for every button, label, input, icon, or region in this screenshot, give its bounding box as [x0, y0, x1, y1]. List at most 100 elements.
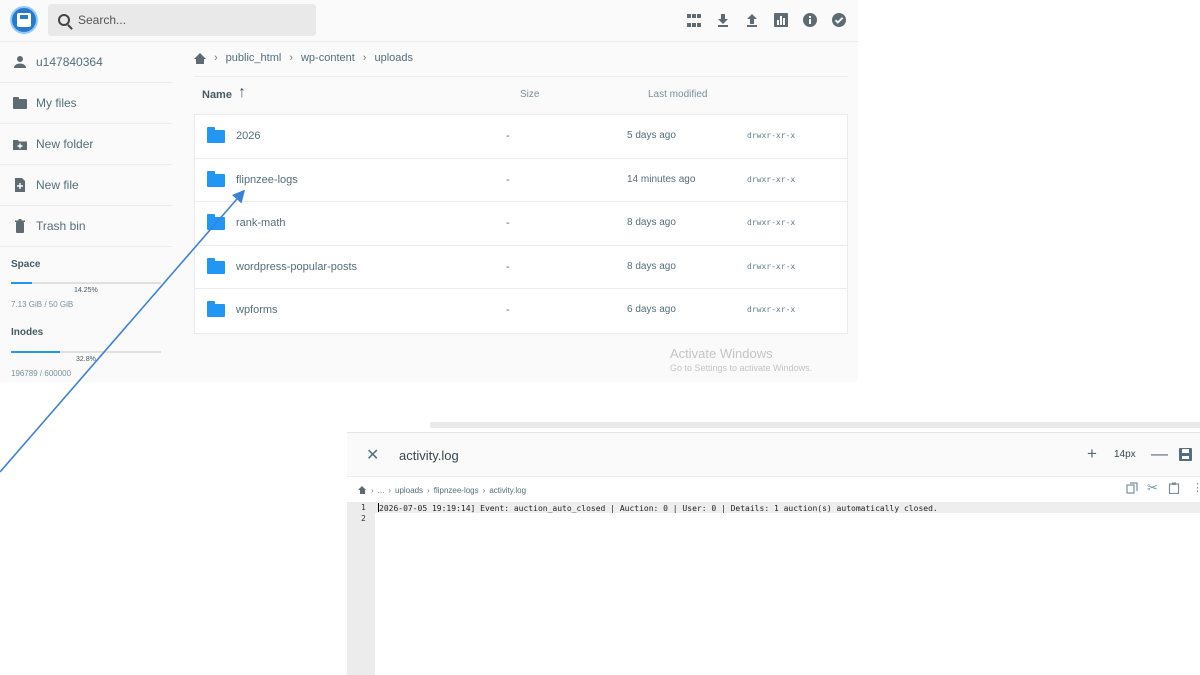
info-icon[interactable]	[802, 12, 818, 28]
floppy-disk-icon	[17, 13, 31, 27]
file-name[interactable]: rank-math	[236, 217, 286, 229]
space-progress-fill	[11, 282, 33, 284]
copy-icon[interactable]	[1126, 482, 1138, 494]
file-modified: 6 days ago	[627, 304, 676, 315]
chevron-right-icon: ›	[482, 485, 486, 495]
chart-icon[interactable]	[773, 12, 789, 28]
top-bar	[0, 0, 858, 42]
search-icon	[58, 14, 70, 26]
space-title: Space	[11, 259, 41, 270]
sidebar-item-new-file[interactable]: New file	[0, 165, 172, 206]
watermark-title: Activate Windows	[670, 346, 773, 361]
sidebar-item-label: Trash bin	[36, 219, 86, 233]
activate-windows-watermark: Activate Windows Go to Settings to activ…	[670, 346, 812, 373]
space-percent: 14.25%	[74, 287, 98, 294]
user-icon	[14, 56, 26, 68]
file-manager-window: u147840364 My files New folder New file …	[0, 0, 858, 382]
breadcrumb-item[interactable]: wp-content	[301, 52, 355, 64]
file-name[interactable]: 2026	[236, 130, 260, 142]
screenshot-stage: u147840364 My files New folder New file …	[0, 0, 1200, 675]
breadcrumb-item[interactable]: uploads	[374, 52, 413, 64]
breadcrumb-item[interactable]: uploads	[395, 486, 423, 495]
home-icon[interactable]	[358, 486, 367, 494]
breadcrumb-item[interactable]: public_html	[226, 52, 282, 64]
editor-file-title: activity.log	[399, 448, 459, 463]
inodes-progress-bar	[11, 351, 161, 353]
file-permissions: drwxr-xr-x	[747, 261, 796, 271]
file-modified: 8 days ago	[627, 260, 676, 272]
code-area[interactable]: 1 2 2026-07-05 19:19:14] Event: auction_…	[347, 502, 1200, 675]
zoom-in-icon[interactable]: +	[1087, 444, 1097, 464]
breadcrumb-item[interactable]: flipnzee-logs	[434, 486, 479, 495]
inodes-usage: 196789 / 600000	[11, 369, 72, 378]
inodes-title: Inodes	[11, 327, 44, 338]
file-modified: 14 minutes ago	[627, 173, 696, 185]
paste-icon[interactable]	[1168, 482, 1180, 494]
file-modified: 5 days ago	[627, 130, 676, 141]
chevron-right-icon: ›	[289, 52, 293, 64]
app-logo[interactable]	[10, 6, 38, 34]
file-permissions: drwxr-xr-x	[747, 174, 796, 184]
download-icon[interactable]	[715, 12, 731, 28]
line-number: 1	[361, 503, 366, 512]
sidebar-item-user[interactable]: u147840364	[0, 42, 172, 83]
chevron-right-icon: ›	[427, 485, 430, 495]
folder-icon	[207, 170, 225, 187]
sidebar-item-label: New folder	[36, 137, 94, 151]
folder-icon	[207, 301, 225, 317]
file-permissions: drwxr-xr-x	[747, 305, 796, 314]
folder-icon	[207, 214, 225, 230]
sort-ascending-icon[interactable]: ↑	[238, 84, 246, 102]
column-header-name[interactable]: Name	[202, 89, 232, 101]
save-icon[interactable]	[1179, 448, 1192, 461]
file-permissions: drwxr-xr-x	[747, 218, 796, 227]
sidebar-item-new-folder[interactable]: New folder	[0, 124, 172, 165]
column-header-size[interactable]: Size	[520, 89, 539, 100]
file-name[interactable]: wordpress-popular-posts	[236, 261, 357, 273]
sidebar-item-trash-bin[interactable]: Trash bin	[0, 206, 172, 247]
sidebar-item-label: New file	[36, 178, 79, 192]
folder-icon	[207, 127, 225, 143]
column-header-modified[interactable]: Last modified	[648, 89, 707, 100]
folder-icon	[13, 96, 27, 110]
breadcrumb-item[interactable]: activity.log	[489, 486, 526, 495]
new-folder-icon	[13, 140, 27, 150]
file-row[interactable]: wpforms - 6 days ago drwxr-xr-x	[195, 289, 847, 333]
line-number-gutter: 1 2	[347, 502, 375, 675]
sidebar-item-label: u147840364	[36, 55, 103, 69]
line-number: 2	[361, 514, 366, 523]
sidebar-item-my-files[interactable]: My files	[0, 83, 172, 124]
file-name[interactable]: wpforms	[236, 304, 278, 316]
grid-view-icon[interactable]	[687, 14, 703, 30]
more-options-icon[interactable]: ⋮	[1192, 481, 1200, 494]
home-icon[interactable]	[194, 52, 206, 64]
check-circle-icon[interactable]	[831, 12, 847, 28]
editor-toolbar: ✕ activity.log + 14px —	[347, 433, 1200, 477]
breadcrumb: › public_html › wp-content › uploads	[194, 48, 413, 68]
zoom-out-icon[interactable]: —	[1151, 444, 1168, 464]
upload-icon[interactable]	[744, 12, 760, 28]
file-row[interactable]: rank-math - 8 days ago drwxr-xr-x	[195, 202, 847, 246]
file-row[interactable]: 2026 - 5 days ago drwxr-xr-x	[195, 115, 847, 159]
code-line[interactable]: 2026-07-05 19:19:14] Event: auction_auto…	[378, 503, 938, 513]
cut-icon[interactable]: ✂	[1147, 480, 1158, 496]
watermark-subtitle: Go to Settings to activate Windows.	[670, 363, 813, 373]
code-line-text: 2026-07-05 19:19:14] Event: auction_auto…	[379, 504, 938, 513]
breadcrumb-item[interactable]: ...	[378, 486, 385, 495]
close-icon[interactable]: ✕	[366, 445, 379, 465]
search-input[interactable]	[78, 13, 278, 27]
file-row[interactable]: wordpress-popular-posts - 8 days ago drw…	[195, 246, 847, 289]
file-list-header: Name ↑ Size Last modified	[194, 76, 848, 114]
file-name[interactable]: flipnzee-logs	[236, 174, 298, 186]
window-strip	[430, 422, 1200, 428]
sidebar: u147840364 My files New folder New file …	[0, 42, 172, 382]
file-size: -	[506, 217, 510, 229]
file-row[interactable]: flipnzee-logs - 14 minutes ago drwxr-xr-…	[195, 159, 847, 202]
editor-breadcrumb: › ... › uploads › flipnzee-logs › activi…	[358, 483, 526, 497]
space-usage: 7.13 GiB / 50 GiB	[11, 300, 74, 309]
file-modified: 8 days ago	[627, 217, 676, 228]
file-permissions: drwxr-xr-x	[747, 131, 796, 140]
search-box[interactable]	[48, 4, 316, 36]
font-size-value: 14px	[1114, 449, 1136, 460]
chevron-right-icon: ›	[371, 485, 374, 495]
